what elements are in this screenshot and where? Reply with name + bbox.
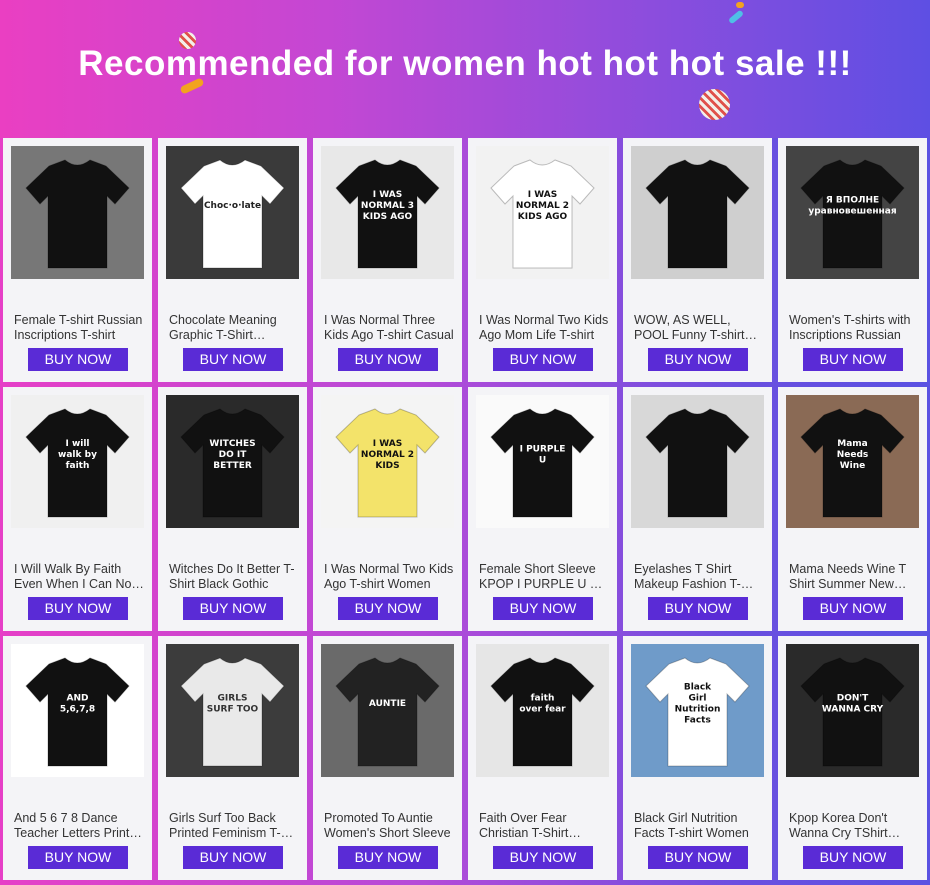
product-image[interactable]: DON'T WANNA CRY xyxy=(786,644,919,777)
buy-now-button[interactable]: BUY NOW xyxy=(28,846,128,869)
product-card[interactable]: AND 5,6,7,8 And 5 6 7 8 Dance Teacher Lett… xyxy=(3,636,152,880)
product-title[interactable]: Female Short Sleeve KPOP I PURPLE U T-sh… xyxy=(479,562,609,592)
product-title[interactable]: Girls Surf Too Back Printed Feminism T-s… xyxy=(169,811,299,841)
product-card[interactable]: Mama Needs Wine Mama Needs Wine T Shirt Sum… xyxy=(778,387,927,631)
tshirt-icon: DON'T WANNA CRY xyxy=(786,644,919,777)
product-card[interactable]: WITCHES DO IT BETTER Witches Do It Better T… xyxy=(158,387,307,631)
buy-now-button[interactable]: BUY NOW xyxy=(803,846,903,869)
product-title[interactable]: I Will Walk By Faith Even When I Can Not… xyxy=(14,562,144,592)
tshirt-icon: I will walk by faith xyxy=(11,395,144,528)
buy-now-button[interactable]: BUY NOW xyxy=(493,846,593,869)
product-image[interactable] xyxy=(631,395,764,528)
tshirt-icon: Choc·o·late xyxy=(166,146,299,279)
product-image[interactable] xyxy=(11,146,144,279)
product-title[interactable]: Chocolate Meaning Graphic T-Shirt Women xyxy=(169,313,299,343)
product-title[interactable]: And 5 6 7 8 Dance Teacher Letters Print … xyxy=(14,811,144,841)
product-card[interactable]: faith over fear Faith Over Fear Christian … xyxy=(468,636,617,880)
tshirt-icon: I WAS NORMAL 3 KIDS AGO xyxy=(321,146,454,279)
product-title[interactable]: Witches Do It Better T-Shirt Black Gothi… xyxy=(169,562,299,592)
buy-now-button[interactable]: BUY NOW xyxy=(28,348,128,371)
product-title[interactable]: Women's T-shirts with Inscriptions Russi… xyxy=(789,313,919,343)
balloon-icon xyxy=(699,89,730,120)
product-image[interactable]: I WAS NORMAL 2 KIDS AGO xyxy=(476,146,609,279)
product-image[interactable]: I WAS NORMAL 3 KIDS AGO xyxy=(321,146,454,279)
promo-banner: Recommended for women hot hot hot sale !… xyxy=(0,0,930,138)
buy-now-button[interactable]: BUY NOW xyxy=(648,348,748,371)
product-image[interactable]: Black Girl Nutrition Facts xyxy=(631,644,764,777)
buy-now-button[interactable]: BUY NOW xyxy=(183,597,283,620)
buy-now-button[interactable]: BUY NOW xyxy=(338,846,438,869)
product-image[interactable]: I WAS NORMAL 2 KIDS xyxy=(321,395,454,528)
product-card[interactable]: I will walk by faith I Will Walk By Faith E… xyxy=(3,387,152,631)
buy-now-button[interactable]: BUY NOW xyxy=(338,597,438,620)
tshirt-icon: faith over fear xyxy=(476,644,609,777)
shirt-print-text: Mama Needs Wine xyxy=(837,439,869,471)
product-card[interactable]: Choc·o·late Chocolate Meaning Graphic T-S… xyxy=(158,138,307,382)
product-card[interactable]: I WAS NORMAL 3 KIDS AGO I Was Normal Three … xyxy=(313,138,462,382)
buy-now-button[interactable]: BUY NOW xyxy=(28,597,128,620)
product-title[interactable]: Eyelashes T Shirt Makeup Fashion T-shirt xyxy=(634,562,764,592)
streamer-icon xyxy=(727,9,745,25)
page-title: Recommended for women hot hot hot sale !… xyxy=(78,44,852,83)
product-title[interactable]: Mama Needs Wine T Shirt Summer New Women xyxy=(789,562,919,592)
product-card[interactable]: Я ВПОЛНЕ уравновешенная Women's T-shirts w… xyxy=(778,138,927,382)
product-grid: Female T-shirt Russian Inscriptions T-sh… xyxy=(0,138,930,885)
product-image[interactable]: GIRLS SURF TOO xyxy=(166,644,299,777)
buy-now-button[interactable]: BUY NOW xyxy=(648,597,748,620)
product-card[interactable]: I PURPLE U Female Short Sleeve KPOP I PURP… xyxy=(468,387,617,631)
product-card[interactable]: GIRLS SURF TOO Girls Surf Too Back Printed… xyxy=(158,636,307,880)
product-title[interactable]: I Was Normal Three Kids Ago T-shirt Casu… xyxy=(324,313,454,343)
product-card[interactable]: WOW, AS WELL, POOL Funny T-shirt Women BU… xyxy=(623,138,772,382)
tshirt-icon: GIRLS SURF TOO xyxy=(166,644,299,777)
product-card[interactable]: Eyelashes T Shirt Makeup Fashion T-shirt… xyxy=(623,387,772,631)
buy-now-button[interactable]: BUY NOW xyxy=(493,348,593,371)
buy-now-button[interactable]: BUY NOW xyxy=(648,846,748,869)
product-title[interactable]: WOW, AS WELL, POOL Funny T-shirt Women xyxy=(634,313,764,343)
product-image[interactable]: I PURPLE U xyxy=(476,395,609,528)
product-title[interactable]: Kpop Korea Don't Wanna Cry TShirt Women xyxy=(789,811,919,841)
product-card[interactable]: I WAS NORMAL 2 KIDS AGO I Was Normal Two Ki… xyxy=(468,138,617,382)
product-title[interactable]: Promoted To Auntie Women's Short Sleeve xyxy=(324,811,454,841)
product-image[interactable]: Mama Needs Wine xyxy=(786,395,919,528)
product-image[interactable]: AND 5,6,7,8 xyxy=(11,644,144,777)
product-title[interactable]: Female T-shirt Russian Inscriptions T-sh… xyxy=(14,313,144,343)
buy-now-button[interactable]: BUY NOW xyxy=(493,597,593,620)
tshirt-icon xyxy=(631,146,764,279)
buy-now-button[interactable]: BUY NOW xyxy=(803,348,903,371)
product-image[interactable]: Choc·o·late xyxy=(166,146,299,279)
tshirt-icon: Я ВПОЛНЕ уравновешенная xyxy=(786,146,919,279)
product-image[interactable]: faith over fear xyxy=(476,644,609,777)
tshirt-icon xyxy=(631,395,764,528)
shirt-print-text: Choc·o·late xyxy=(204,201,261,211)
product-image[interactable] xyxy=(631,146,764,279)
product-image[interactable]: I will walk by faith xyxy=(11,395,144,528)
tshirt-icon: AUNTIE xyxy=(321,644,454,777)
streamer-icon xyxy=(736,2,744,8)
product-card[interactable]: Black Girl Nutrition Facts Black Girl Nutrit… xyxy=(623,636,772,880)
product-image[interactable]: Я ВПОЛНЕ уравновешенная xyxy=(786,146,919,279)
buy-now-button[interactable]: BUY NOW xyxy=(183,348,283,371)
tshirt-icon xyxy=(11,146,144,279)
tshirt-icon: Black Girl Nutrition Facts xyxy=(631,644,764,777)
buy-now-button[interactable]: BUY NOW xyxy=(338,348,438,371)
tshirt-icon: I WAS NORMAL 2 KIDS AGO xyxy=(476,146,609,279)
product-title[interactable]: Faith Over Fear Christian T-Shirt Women xyxy=(479,811,609,841)
tshirt-icon: AND 5,6,7,8 xyxy=(11,644,144,777)
buy-now-button[interactable]: BUY NOW xyxy=(803,597,903,620)
tshirt-icon: Mama Needs Wine xyxy=(786,395,919,528)
tshirt-icon: I WAS NORMAL 2 KIDS xyxy=(321,395,454,528)
product-card[interactable]: Female T-shirt Russian Inscriptions T-sh… xyxy=(3,138,152,382)
product-card[interactable]: I WAS NORMAL 2 KIDS I Was Normal Two Kids A… xyxy=(313,387,462,631)
product-image[interactable]: AUNTIE xyxy=(321,644,454,777)
tshirt-icon: I PURPLE U xyxy=(476,395,609,528)
shirt-print-text: AUNTIE xyxy=(369,699,406,709)
buy-now-button[interactable]: BUY NOW xyxy=(183,846,283,869)
product-title[interactable]: I Was Normal Two Kids Ago T-shirt Women xyxy=(324,562,454,592)
product-card[interactable]: DON'T WANNA CRY Kpop Korea Don't Wanna Cry… xyxy=(778,636,927,880)
product-card[interactable]: AUNTIE Promoted To Auntie Women's Short S… xyxy=(313,636,462,880)
product-image[interactable]: WITCHES DO IT BETTER xyxy=(166,395,299,528)
product-title[interactable]: I Was Normal Two Kids Ago Mom Life T-shi… xyxy=(479,313,609,343)
product-title[interactable]: Black Girl Nutrition Facts T-shirt Women xyxy=(634,811,764,841)
tshirt-icon: WITCHES DO IT BETTER xyxy=(166,395,299,528)
